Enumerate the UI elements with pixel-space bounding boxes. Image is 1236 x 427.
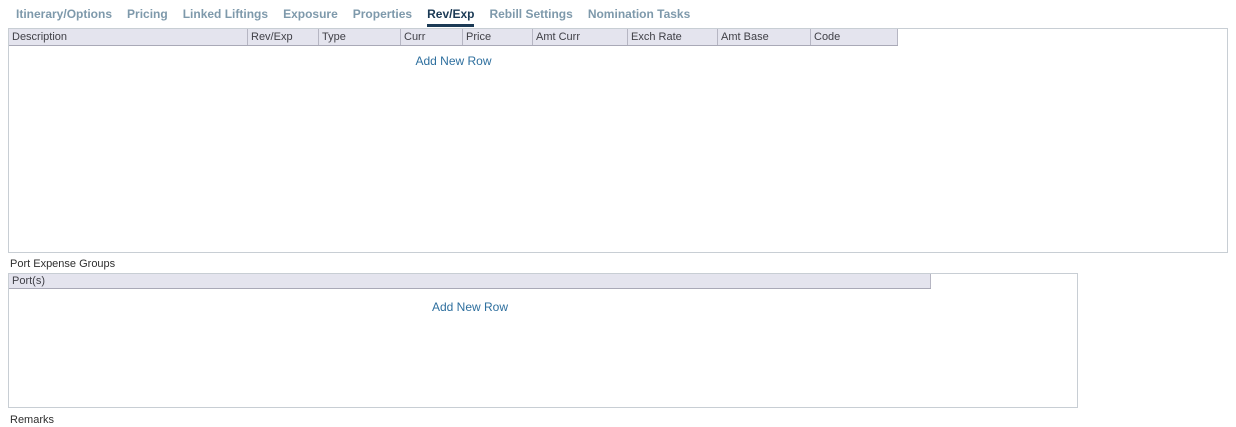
tab-nomination-tasks[interactable]: Nomination Tasks [588, 8, 690, 25]
column-header-ports[interactable]: Port(s) [9, 274, 931, 288]
column-header-price[interactable]: Price [463, 29, 533, 45]
column-header-amt-base[interactable]: Amt Base [718, 29, 811, 45]
column-header-amt-curr[interactable]: Amt Curr [533, 29, 628, 45]
revexp-grid-header: Description Rev/Exp Type Curr Price Amt … [9, 29, 898, 46]
column-header-rev-exp[interactable]: Rev/Exp [248, 29, 319, 45]
tab-rev-exp[interactable]: Rev/Exp [427, 8, 474, 27]
revexp-add-row-container: Add New Row [9, 46, 898, 70]
tab-bar: Itinerary/Options Pricing Linked Lifting… [0, 0, 1236, 28]
tab-exposure[interactable]: Exposure [283, 8, 338, 25]
column-header-type[interactable]: Type [319, 29, 401, 45]
column-header-curr[interactable]: Curr [401, 29, 463, 45]
port-expense-groups-label: Port Expense Groups [10, 258, 1236, 271]
column-header-description[interactable]: Description [9, 29, 248, 45]
port-expense-add-new-row-link[interactable]: Add New Row [432, 300, 508, 314]
column-header-code[interactable]: Code [811, 29, 898, 45]
port-expense-groups-grid: Port(s) Add New Row [8, 273, 1078, 408]
revexp-add-new-row-link[interactable]: Add New Row [415, 54, 491, 68]
column-header-exch-rate[interactable]: Exch Rate [628, 29, 718, 45]
revexp-grid: Description Rev/Exp Type Curr Price Amt … [8, 28, 1228, 253]
tab-itinerary-options[interactable]: Itinerary/Options [16, 8, 112, 25]
port-expense-groups-grid-header: Port(s) [9, 274, 931, 289]
tab-rebill-settings[interactable]: Rebill Settings [489, 8, 572, 25]
port-expense-add-row-container: Add New Row [9, 289, 931, 316]
tab-linked-liftings[interactable]: Linked Liftings [183, 8, 268, 25]
remarks-label: Remarks [10, 414, 1236, 427]
tab-properties[interactable]: Properties [353, 8, 412, 25]
tab-pricing[interactable]: Pricing [127, 8, 168, 25]
